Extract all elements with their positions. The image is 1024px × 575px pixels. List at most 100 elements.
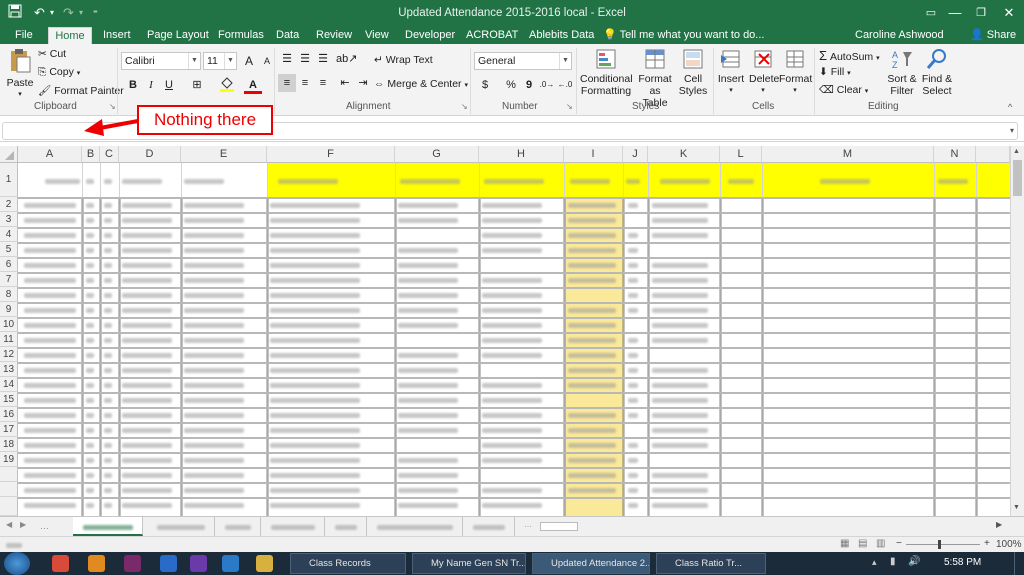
spreadsheet-grid[interactable]: A B C D E F G H I J K L M N 1 2 3 4 5 6 7 8 9 10 1…	[0, 146, 1010, 516]
app-icon[interactable]	[190, 555, 207, 572]
scroll-down-icon[interactable]: ▼	[1013, 504, 1020, 511]
row-header[interactable]: 12	[0, 347, 18, 362]
find-select-button[interactable]: Find & Select	[920, 48, 954, 97]
tab-review[interactable]: Review	[316, 27, 352, 44]
onenote-icon[interactable]	[124, 555, 141, 572]
start-button[interactable]	[4, 552, 30, 575]
select-all-corner[interactable]	[0, 146, 18, 163]
row-header[interactable]: 16	[0, 407, 18, 422]
increase-decimal-icon[interactable]: .0→	[538, 76, 556, 94]
zoom-out-button[interactable]: −	[896, 538, 902, 549]
page-layout-view-icon[interactable]: ▤	[858, 538, 867, 549]
row-header[interactable]: 7	[0, 272, 18, 287]
sheet-tab[interactable]	[325, 517, 367, 536]
chrome-icon[interactable]	[52, 555, 69, 572]
row-header[interactable]: 19	[0, 452, 18, 467]
sheet-tab[interactable]	[367, 517, 463, 536]
column-header[interactable]: A	[18, 146, 82, 163]
delete-cells-button[interactable]: Delete ▾	[749, 48, 779, 97]
zoom-level[interactable]: 100%	[996, 539, 1022, 550]
column-header[interactable]: G	[395, 146, 479, 163]
scroll-thumb[interactable]	[1013, 160, 1022, 196]
row-header[interactable]	[0, 497, 18, 516]
column-header[interactable]	[976, 146, 1010, 163]
vlc-icon[interactable]	[88, 555, 105, 572]
clipboard-launcher-icon[interactable]: ↘	[109, 102, 116, 111]
italic-button[interactable]: I	[142, 76, 160, 94]
increase-font-button[interactable]: A	[240, 52, 258, 70]
tab-page-layout[interactable]: Page Layout	[147, 27, 209, 44]
sheet-tab[interactable]	[261, 517, 325, 536]
row-header[interactable]: 15	[0, 392, 18, 407]
horizontal-scroll-thumb[interactable]	[540, 522, 578, 531]
column-header[interactable]: C	[100, 146, 119, 163]
zoom-slider[interactable]	[906, 544, 980, 545]
share-button[interactable]: 👤 Share	[970, 27, 1016, 44]
collapse-ribbon-icon[interactable]: ^	[1008, 102, 1012, 112]
orientation-icon[interactable]: ab↗	[336, 50, 357, 68]
normal-view-icon[interactable]: ▦	[840, 538, 849, 549]
column-header[interactable]: F	[267, 146, 395, 163]
tab-home[interactable]: Home	[48, 27, 92, 44]
cut-button[interactable]: ✂ Cut	[38, 48, 66, 60]
taskbar-window[interactable]: Class Ratio Tr...	[656, 553, 766, 574]
alignment-launcher-icon[interactable]: ↘	[461, 102, 468, 111]
borders-icon[interactable]: ⊞	[188, 76, 206, 94]
column-header[interactable]: L	[720, 146, 762, 163]
tab-developer[interactable]: Developer	[405, 27, 455, 44]
row-header[interactable]: 1	[0, 163, 18, 197]
scroll-up-icon[interactable]: ▲	[1013, 148, 1020, 155]
tab-data[interactable]: Data	[276, 27, 299, 44]
currency-button[interactable]: $	[476, 76, 494, 94]
autosum-button[interactable]: Σ AutoSum ▾	[819, 48, 880, 63]
tab-file[interactable]: File	[15, 27, 33, 44]
taskbar-window-active[interactable]: Updated Attendance 2...	[532, 553, 650, 574]
column-header[interactable]: E	[181, 146, 267, 163]
taskbar-window[interactable]: My Name Gen SN Tr...	[412, 553, 526, 574]
restore-button[interactable]: ❐	[966, 3, 996, 23]
column-header[interactable]: H	[479, 146, 564, 163]
column-header[interactable]: N	[934, 146, 976, 163]
middle-align-icon[interactable]: ☰	[296, 50, 314, 68]
row-header[interactable]: 9	[0, 302, 18, 317]
more-tabs-icon[interactable]: …	[524, 520, 532, 529]
align-right-icon[interactable]: ≡	[314, 74, 332, 92]
word-icon[interactable]	[160, 555, 177, 572]
vertical-scrollbar[interactable]: ▲ ▼	[1010, 146, 1024, 516]
sort-filter-button[interactable]: AZ Sort & Filter	[884, 48, 920, 97]
font-color-button[interactable]: A	[244, 76, 262, 94]
paste-button[interactable]: Paste ▾	[6, 48, 34, 101]
align-left-icon[interactable]: ≡	[278, 74, 296, 92]
column-header[interactable]: K	[648, 146, 720, 163]
taskbar-window[interactable]: Class Records	[290, 553, 406, 574]
zoom-in-button[interactable]: +	[984, 538, 990, 549]
font-size-combo[interactable]: 11 ▼	[203, 52, 237, 70]
bottom-align-icon[interactable]: ☰	[314, 50, 332, 68]
top-align-icon[interactable]: ☰	[278, 50, 296, 68]
explorer-icon[interactable]	[256, 555, 273, 572]
tab-acrobat[interactable]: ACROBAT	[466, 27, 518, 44]
increase-indent-icon[interactable]: ⇥	[354, 74, 372, 92]
number-format-combo[interactable]: General ▼	[474, 52, 572, 70]
row-header[interactable]: 3	[0, 212, 18, 227]
column-header[interactable]: M	[762, 146, 934, 163]
row-header[interactable]: 18	[0, 437, 18, 452]
fill-color-icon[interactable]	[218, 76, 236, 94]
tab-view[interactable]: View	[365, 27, 389, 44]
tab-insert[interactable]: Insert	[103, 27, 131, 44]
underline-button[interactable]: U	[160, 76, 178, 94]
row-header[interactable]: 10	[0, 317, 18, 332]
row-header[interactable]: 17	[0, 422, 18, 437]
sheet-tab-active[interactable]	[73, 517, 143, 536]
sheet-tab[interactable]	[463, 517, 515, 536]
row-header[interactable]: 13	[0, 362, 18, 377]
column-header[interactable]: J	[623, 146, 648, 163]
close-button[interactable]: ✕	[994, 3, 1024, 23]
bold-button[interactable]: B	[124, 76, 142, 94]
clear-button[interactable]: ⌫ Clear ▾	[819, 84, 868, 96]
column-header[interactable]: I	[564, 146, 623, 163]
number-launcher-icon[interactable]: ↘	[566, 102, 573, 111]
zoom-slider-thumb[interactable]	[938, 540, 941, 549]
row-header[interactable]	[0, 467, 18, 482]
prev-sheet-icon[interactable]: ◀	[6, 520, 12, 529]
